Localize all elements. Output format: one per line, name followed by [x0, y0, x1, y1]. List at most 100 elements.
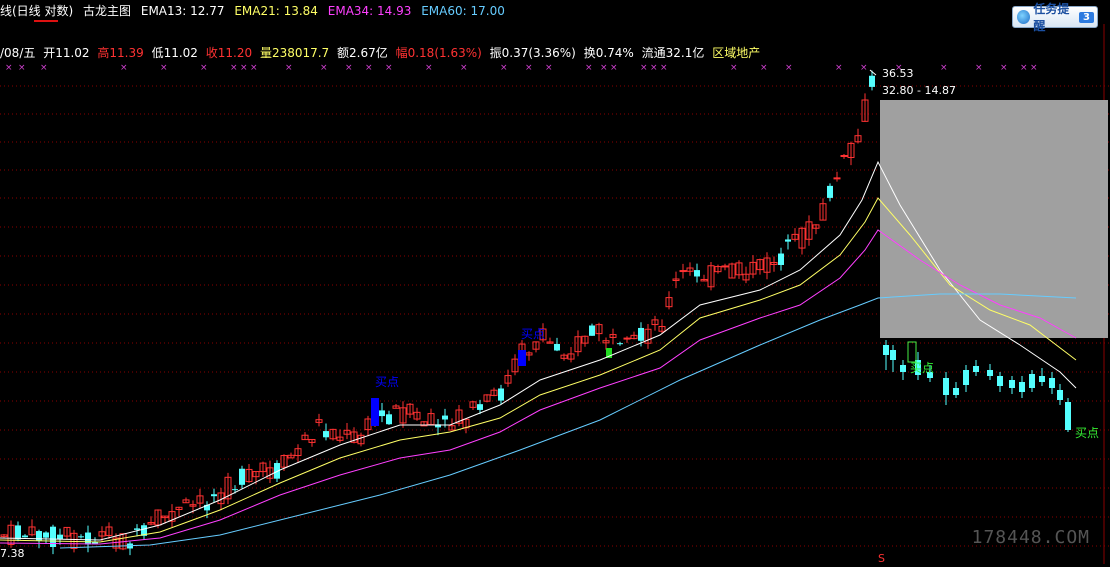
down-candle — [1065, 402, 1071, 430]
x-marker: × — [200, 63, 208, 73]
up-candle — [623, 337, 631, 340]
x-marker: × — [385, 63, 393, 73]
info-volume: 量238017.7 — [259, 46, 330, 60]
info-high: 高11.39 — [97, 46, 144, 60]
down-candle — [827, 185, 833, 198]
down-candle — [239, 468, 245, 485]
task-reminder-label: 任务提醒 — [1033, 2, 1070, 33]
x-marker: × — [345, 63, 353, 73]
candlestick-chart[interactable]: × × × × × × × × × × × × × × × × × × × × × × × × × × × × × × × × × × × × 36.5… — [0, 0, 1110, 565]
up-candle — [679, 270, 687, 273]
info-change: 幅0.18(1.63%) — [395, 46, 482, 60]
down-candle — [134, 528, 140, 530]
x-marker: × — [120, 63, 128, 73]
x-marker: × — [650, 63, 658, 73]
down-candle — [442, 415, 448, 420]
down-candle — [379, 410, 385, 417]
chart-canvas[interactable]: × × × × × × × × × × × × × × × × × × × × × × × × × × × × × × × × × × × ×36.5… — [0, 0, 1110, 565]
x-marker: × — [250, 63, 258, 73]
down-candle — [1039, 376, 1045, 382]
ema13-value: EMA13: 12.77 — [140, 4, 225, 18]
x-marker: × — [460, 63, 468, 73]
x-marker: × — [500, 63, 508, 73]
x-marker: × — [940, 63, 948, 73]
x-marker: × — [160, 63, 168, 73]
ema60-value: EMA60: 17.00 — [421, 4, 505, 18]
ema21-value: EMA21: 13.84 — [234, 4, 318, 18]
x-marker: × — [240, 63, 248, 73]
buy-signal-candle — [518, 350, 526, 366]
down-candle — [554, 343, 560, 351]
down-candle — [778, 253, 784, 265]
down-candle — [498, 388, 504, 401]
down-candle — [1057, 390, 1063, 400]
down-candle — [963, 370, 969, 385]
high-price-label: 36.53 — [882, 67, 914, 80]
info-low: 低11.02 — [151, 46, 198, 60]
down-candle — [883, 345, 889, 355]
x-marker: × — [975, 63, 983, 73]
buy-point-label: 买点 — [375, 375, 399, 389]
title-underline — [34, 20, 58, 22]
x-marker: × — [640, 63, 648, 73]
site-watermark: 178448.COM — [971, 527, 1090, 548]
info-open: 开11.02 — [43, 46, 90, 60]
x-marker: × — [1020, 63, 1028, 73]
info-close: 收11.20 — [205, 46, 253, 60]
down-candle — [1029, 374, 1035, 388]
down-candle — [890, 350, 896, 360]
sell-marker: S — [878, 552, 885, 564]
x-marker: × — [285, 63, 293, 73]
buy-point-label: 买点 — [910, 361, 934, 375]
x-marker: × — [585, 63, 593, 73]
x-marker: × — [860, 63, 868, 73]
down-candle — [15, 525, 21, 540]
task-reminder-button[interactable]: 任务提醒 3 — [1012, 2, 1098, 33]
down-candle — [78, 536, 84, 538]
down-candle — [869, 75, 875, 87]
down-candle — [211, 494, 217, 497]
down-candle — [900, 365, 906, 372]
down-candle — [1049, 378, 1055, 388]
down-candle — [694, 270, 700, 277]
info-amplitude: 振0.37(3.36%) — [489, 46, 576, 60]
down-candle — [85, 532, 91, 545]
down-candle — [953, 388, 959, 395]
bar-info-line: /08/五 开11.02 高11.39 低11.02 收11.20 量23801… — [0, 45, 764, 61]
x-marker: × — [660, 63, 668, 73]
x-marker: × — [365, 63, 373, 73]
down-candle — [638, 327, 644, 341]
down-candle — [386, 414, 392, 425]
buy-signal-candle — [371, 398, 379, 426]
info-sector[interactable]: 区域地产 — [712, 46, 760, 60]
down-candle — [323, 431, 329, 438]
x-marker: × — [230, 63, 238, 73]
indicator-name[interactable]: 古龙主图 — [83, 4, 131, 18]
task-icon — [1017, 10, 1031, 24]
down-candle — [1019, 382, 1025, 392]
buy-point-label: 买点 — [1075, 426, 1099, 440]
x-marker: × — [425, 63, 433, 73]
low-price-label: 7.38 — [0, 547, 25, 560]
down-candle — [987, 370, 993, 376]
x-marker: × — [730, 63, 738, 73]
down-candle — [232, 489, 238, 491]
x-marker: × — [5, 63, 13, 73]
x-marker: × — [610, 63, 618, 73]
x-marker: × — [600, 63, 608, 73]
down-candle — [477, 404, 483, 410]
chart-title: 线(日线 对数) — [0, 4, 74, 18]
down-candle — [22, 535, 28, 538]
up-candle — [721, 265, 729, 268]
down-candle — [785, 239, 791, 242]
x-marker: × — [18, 63, 26, 73]
info-turnover: 换0.74% — [583, 46, 634, 60]
signal-candle — [907, 341, 917, 363]
x-marker: × — [760, 63, 768, 73]
up-candle — [833, 177, 841, 180]
peak-pointer — [869, 69, 877, 76]
down-candle — [43, 532, 49, 538]
down-candle — [997, 376, 1003, 386]
task-count-badge: 3 — [1079, 11, 1094, 23]
x-marker: × — [320, 63, 328, 73]
